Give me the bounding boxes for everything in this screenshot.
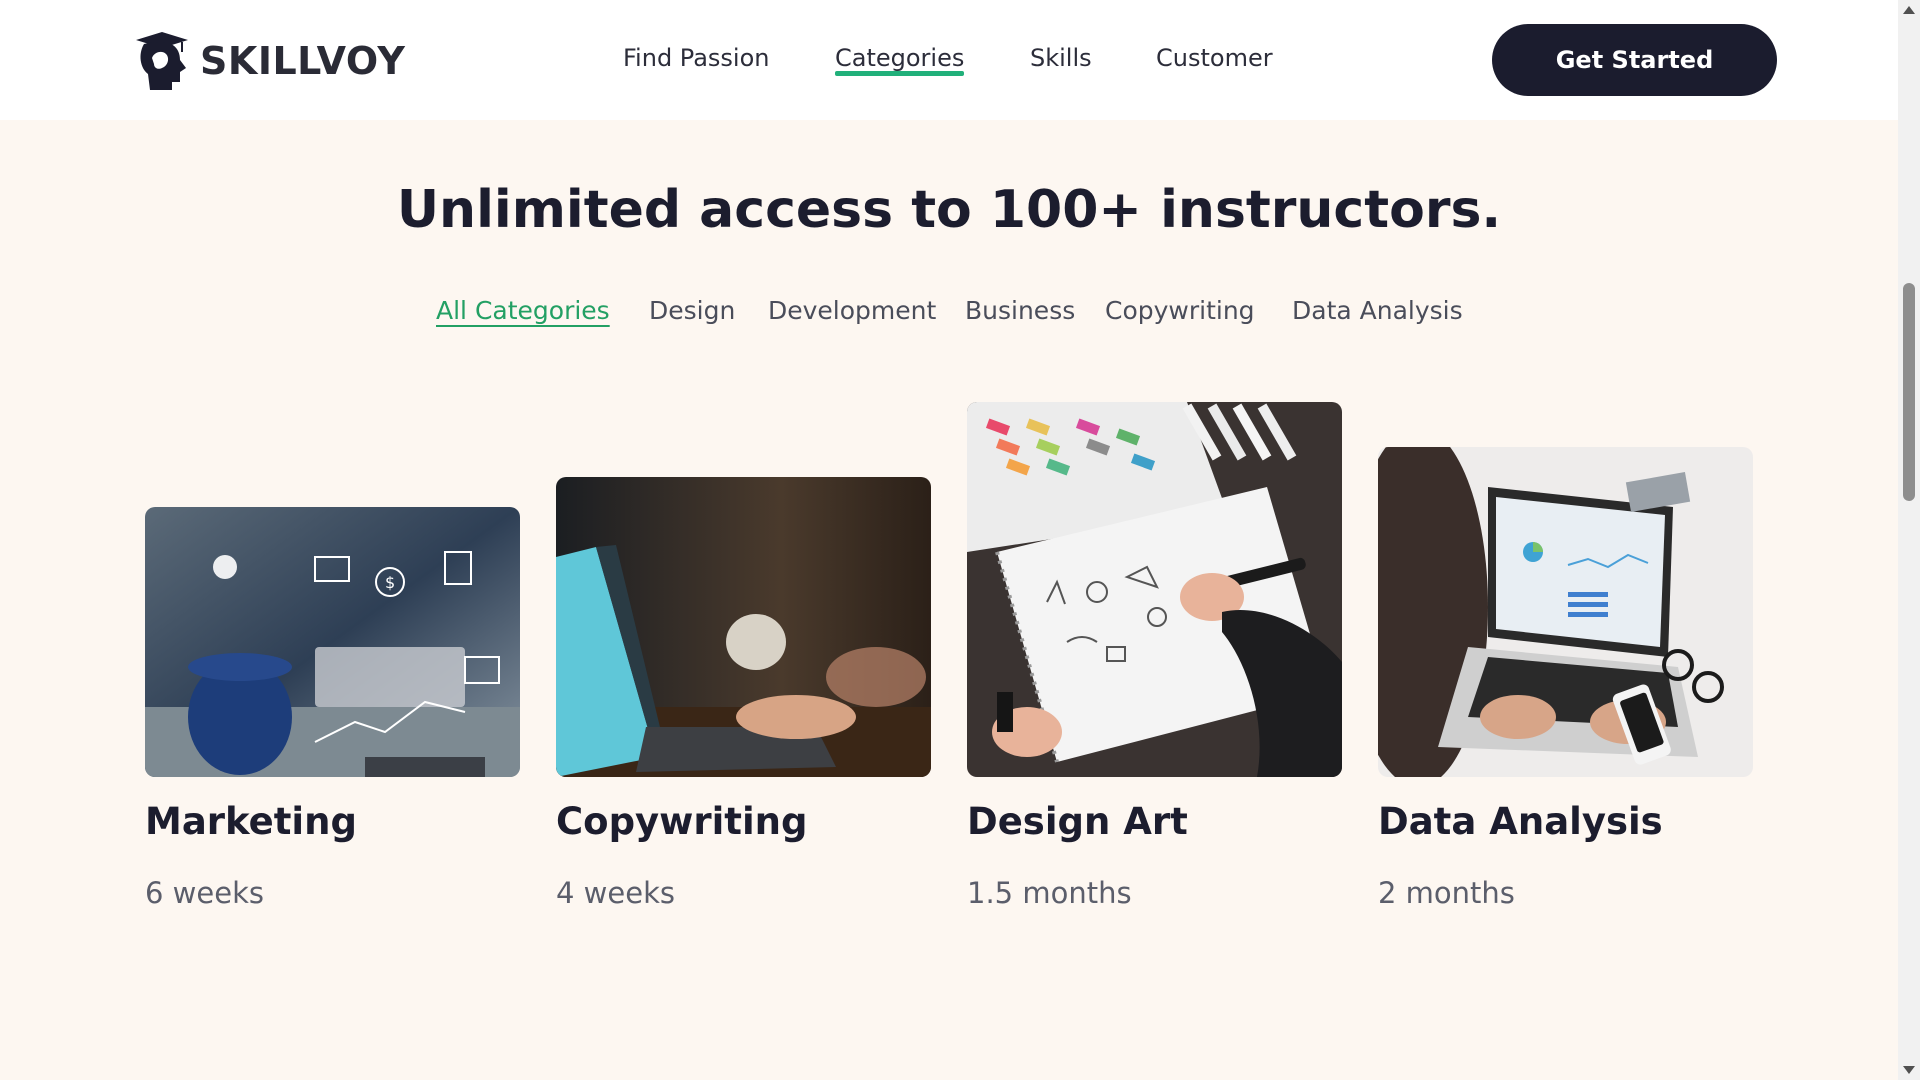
course-title: Design Art: [967, 800, 1188, 843]
course-duration: 2 months: [1378, 876, 1515, 910]
nav-item-skills[interactable]: Skills: [1030, 44, 1092, 72]
graduate-head-icon: [136, 32, 188, 90]
scroll-down-arrow-icon[interactable]: [1903, 1066, 1915, 1074]
nav-item-find-passion[interactable]: Find Passion: [623, 44, 769, 72]
design-art-photo: [967, 402, 1342, 777]
page-title: Unlimited access to 100+ instructors.: [396, 180, 1502, 240]
tab-all-categories[interactable]: All Categories: [436, 296, 610, 325]
scroll-up-arrow-icon[interactable]: [1903, 6, 1915, 14]
tab-copywriting[interactable]: Copywriting: [1105, 296, 1255, 325]
get-started-button[interactable]: Get Started: [1492, 24, 1777, 96]
scrollbar-thumb[interactable]: [1903, 283, 1915, 501]
site-header: SKILLVOY Find Passion Categories Skills …: [0, 0, 1898, 120]
tab-data-analysis[interactable]: Data Analysis: [1292, 296, 1463, 325]
category-filter: All Categories Design Development Busine…: [0, 296, 1898, 336]
course-duration: 1.5 months: [967, 876, 1132, 910]
course-title: Marketing: [145, 800, 357, 843]
copywriting-photo: [556, 477, 931, 777]
course-duration: 4 weeks: [556, 876, 675, 910]
tab-development[interactable]: Development: [768, 296, 936, 325]
course-duration: 6 weeks: [145, 876, 264, 910]
page-scrollbar[interactable]: [1898, 0, 1920, 1080]
nav-item-categories[interactable]: Categories: [835, 44, 965, 76]
nav-item-customer[interactable]: Customer: [1156, 44, 1273, 72]
tab-design[interactable]: Design: [649, 296, 735, 325]
brand-name: SKILLVOY: [200, 39, 406, 83]
marketing-photo: $: [145, 507, 520, 777]
tab-business[interactable]: Business: [965, 296, 1075, 325]
brand-logo[interactable]: SKILLVOY: [132, 28, 405, 94]
svg-text:$: $: [385, 573, 395, 592]
course-title: Data Analysis: [1378, 800, 1663, 843]
course-title: Copywriting: [556, 800, 808, 843]
data-analysis-photo: [1378, 447, 1753, 777]
